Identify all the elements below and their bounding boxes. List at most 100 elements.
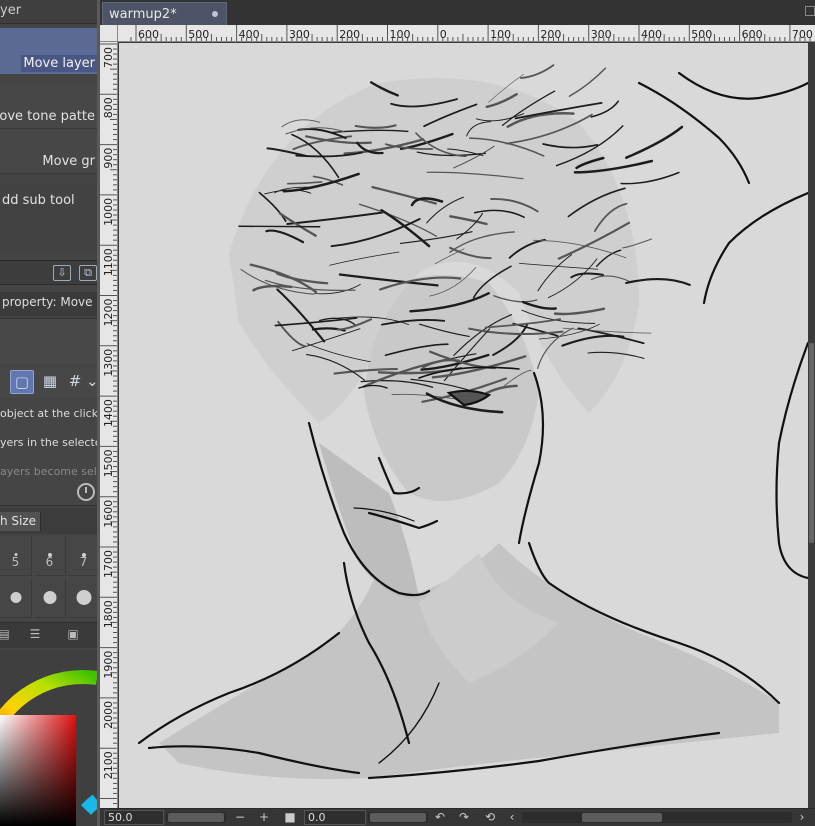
ruler-v-label: 1200 (102, 299, 115, 327)
option-move-tone-label: Move tone patte (0, 109, 95, 124)
scroll-left-icon[interactable]: ‹ (504, 810, 520, 825)
app-window: yer Move layer Move tone patte Move gr d… (0, 0, 815, 826)
description-text-3: ayers become select (0, 465, 97, 478)
ruler-h-label: 600 (742, 28, 763, 41)
ruler-h-label: 100 (390, 28, 411, 41)
ruler-h-label: 100 (490, 28, 511, 41)
chevron-down-icon[interactable]: ⌄ (86, 370, 97, 394)
hair-stroke (625, 125, 684, 159)
tab-close-dot-icon[interactable] (212, 11, 218, 17)
zoom-in-button[interactable]: + (256, 810, 272, 825)
rotation-field[interactable]: 0.0 (304, 810, 366, 825)
color-wheel-area[interactable] (0, 650, 97, 826)
horizontal-ruler: 600 500 400 300 200 100 0 100 200 300 400 500 600 700 (100, 25, 815, 42)
color-wheel[interactable] (0, 650, 97, 826)
option-move-grid[interactable]: Move gr (0, 130, 97, 174)
ruler-v-label: 1600 (102, 500, 115, 528)
ruler-v-label: 1100 (102, 248, 115, 276)
rotate-right-icon[interactable]: ↷ (456, 810, 472, 825)
brush-size-title: h Size (0, 512, 42, 531)
property-preview (0, 318, 97, 364)
brush-size-header: h Size (0, 508, 97, 534)
hair-stroke (568, 67, 607, 98)
ruler-v-label: 1000 (102, 198, 115, 226)
ruler-h-label: 500 (188, 28, 209, 41)
document-tab[interactable]: warmup2* (102, 2, 227, 25)
hair-stroke (238, 225, 321, 228)
description-line-2: yers in the selected ar (0, 429, 97, 459)
ruler-v-label: 1700 (102, 550, 115, 578)
vertical-ruler: 700 800 900 1000 1100 1200 1300 1400 1500 1600 170… (100, 42, 118, 808)
ruler-h-label: 400 (239, 28, 260, 41)
ruler-h-label: 400 (641, 28, 662, 41)
brush-size-6-label: 6 (45, 555, 54, 569)
option-move-layer[interactable]: Move layer (0, 28, 97, 74)
ruler-v-label: 2000 (102, 701, 115, 729)
brush-size-large-3[interactable] (68, 578, 97, 618)
zoom-slider[interactable] (166, 812, 226, 823)
ruler-v-label: 2100 (102, 751, 115, 779)
vertical-scrollbar[interactable] (808, 43, 815, 808)
checker-icon[interactable]: ▦ (38, 370, 62, 394)
description-text-2: yers in the selected ar (0, 436, 97, 449)
ruler-v-label: 800 (102, 97, 115, 118)
zoom-out-button[interactable]: − (232, 810, 248, 825)
property-title: property: Move la (0, 292, 97, 316)
option-move-grid-label: Move gr (42, 154, 95, 169)
vertical-scroll-thumb[interactable] (809, 343, 814, 543)
ruler-h-label: 200 (339, 28, 360, 41)
ruler-v-label: 1800 (102, 600, 115, 628)
add-sub-tool-area[interactable]: dd sub tool (0, 184, 97, 254)
brush-size-grid: 5 6 7 (0, 536, 97, 620)
brush-size-large-2[interactable] (34, 578, 66, 618)
duplicate-icon[interactable]: ⧉ (79, 265, 97, 281)
document-tab-bar: warmup2* (100, 0, 815, 25)
description-text-1: object at the clicked p (0, 407, 97, 420)
brush-size-7-label: 7 (79, 555, 88, 569)
brush-size-large-1[interactable] (0, 578, 32, 618)
description-line-3: ayers become select (0, 458, 97, 480)
grid-icon[interactable]: # (63, 370, 87, 394)
rotation-slider[interactable] (368, 812, 428, 823)
ruler-h-label: 500 (691, 28, 712, 41)
settings-list-icon[interactable]: ☰ (25, 627, 45, 643)
save-icon[interactable]: ▣ (63, 627, 83, 643)
description-line-1: object at the clicked p (0, 400, 97, 430)
hair-stroke (519, 64, 555, 79)
ruler-v-label: 700 (102, 47, 115, 68)
ruler-v-label: 1400 (102, 399, 115, 427)
brush-size-6[interactable]: 6 (34, 536, 66, 576)
horizontal-scrollbar[interactable] (522, 812, 792, 823)
sketch-artwork (137, 64, 808, 780)
ruler-v-label: 1500 (102, 449, 115, 477)
brush-size-5[interactable]: 5 (0, 536, 32, 576)
mode-selector: ▢ ▦ # ⌄ (0, 368, 97, 398)
tool-property-panel: yer Move layer Move tone patte Move gr d… (0, 0, 97, 826)
option-move-layer-label: Move layer (21, 55, 97, 72)
layer-mode-icon[interactable]: ▢ (10, 370, 34, 394)
scroll-right-icon[interactable]: › (794, 810, 810, 825)
fit-button-icon[interactable]: ■ (282, 810, 298, 825)
add-sub-tool-label: dd sub tool (2, 193, 75, 208)
list-icon[interactable]: ▤ (0, 627, 14, 643)
ruler-v-label: 900 (102, 148, 115, 169)
brush-size-7[interactable]: 7 (68, 536, 97, 576)
property-title-label: property: Move la (2, 295, 97, 309)
zoom-field[interactable]: 50.0 (104, 810, 164, 825)
window-restore-icon[interactable] (805, 6, 815, 16)
drawing-canvas[interactable] (119, 43, 808, 808)
reset-rotation-icon[interactable]: ⟲ (482, 810, 498, 825)
panel-icon-strip: ▤ ☰ ▣ (0, 622, 97, 648)
dial-row (0, 480, 97, 506)
ruler-h-label: 200 (540, 28, 561, 41)
subtool-toolbar: ⇩ ⧉ (0, 260, 97, 285)
dial-icon[interactable] (77, 483, 95, 501)
brush-size-5-label: 5 (11, 555, 20, 569)
option-move-tone[interactable]: Move tone patte (0, 85, 97, 129)
panel-header: yer (0, 0, 97, 24)
ruler-v-label: 1900 (102, 651, 115, 679)
import-icon[interactable]: ⇩ (53, 265, 71, 281)
ruler-h-label: 300 (289, 28, 310, 41)
rotate-left-icon[interactable]: ↶ (432, 810, 448, 825)
horizontal-scroll-thumb[interactable] (582, 813, 662, 822)
